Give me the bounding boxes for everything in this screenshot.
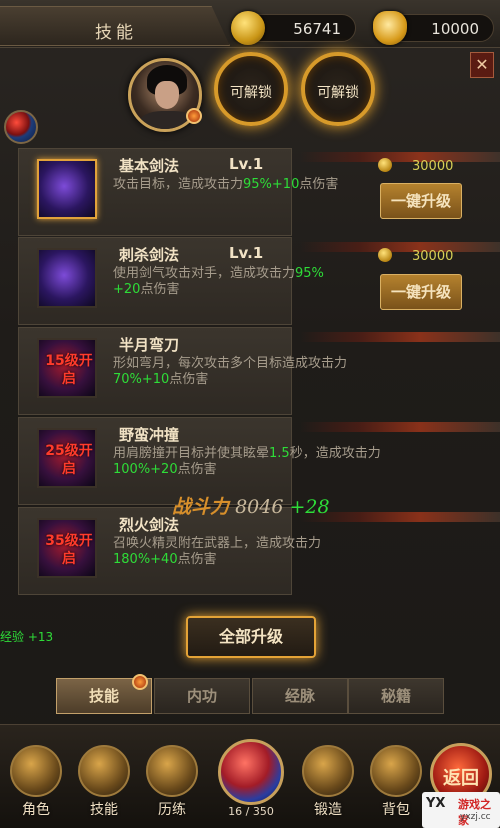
coin-value: 56741: [293, 20, 341, 38]
unlock-slot-1[interactable]: 可解锁: [214, 52, 288, 126]
nav-label: 角色: [22, 802, 50, 818]
skill-name: 半月弯刀: [119, 336, 180, 354]
combat-power-popup: 战斗力 8046 +28: [172, 492, 330, 519]
skill-description: 攻击目标，造成攻击力95%+10点伤害: [113, 177, 339, 192]
top-bar: 技能 56741 10000: [0, 0, 500, 48]
tab-secret-manual[interactable]: 秘籍: [348, 678, 444, 714]
skill-row[interactable]: 刺杀剑法 Lv.1 使用剑气攻击对手，造成攻击力95% +20点伤害: [18, 237, 324, 325]
character-icon: [10, 745, 62, 797]
nav-label: 技能: [90, 802, 118, 818]
upgrade-cost: 30000: [378, 248, 453, 264]
upgrade-cost: 30000: [378, 158, 453, 174]
skill-name: 烈火剑法: [119, 516, 180, 534]
gold-ingot-icon: [373, 11, 407, 45]
side-gem-icon[interactable]: [4, 110, 38, 144]
combat-power-value: 8046: [235, 496, 284, 518]
nav-character[interactable]: 角色: [6, 745, 66, 825]
skill-description: 形如弯月，每次攻击多个目标造成攻击力70%+10点伤害: [113, 356, 348, 387]
ingot-counter: 10000: [373, 11, 494, 45]
upgrade-button[interactable]: 一键升级: [380, 274, 462, 310]
sword-skill-icon[interactable]: [37, 159, 97, 219]
nav-label: 历练: [158, 802, 186, 818]
skills-screen: 技能 56741 10000 ✕ 可解锁 可解锁 基本剑法 Lv.1 攻击目标，…: [0, 0, 500, 828]
locked-skill-icon[interactable]: 15级开启: [37, 338, 97, 398]
watermark-site: yxzj.cc: [460, 812, 491, 822]
skill-row[interactable]: 15级开启 半月弯刀 形如弯月，每次攻击多个目标造成攻击力70%+10点伤害: [18, 327, 347, 415]
tab-meridians[interactable]: 经脉: [252, 678, 348, 714]
close-button[interactable]: ✕: [470, 52, 494, 78]
nav-label: 背包: [382, 802, 410, 818]
skill-name: 野蛮冲撞: [119, 426, 180, 444]
combat-power-delta: +28: [289, 496, 330, 518]
nav-center-orb[interactable]: [218, 739, 284, 805]
skill-row[interactable]: 基本剑法 Lv.1 攻击目标，造成攻击力95%+10点伤害: [18, 148, 338, 236]
scroll-icon: [78, 745, 130, 797]
skill-level: Lv.1: [229, 244, 264, 262]
coin-counter: 56741: [231, 11, 356, 45]
combat-power-label: 战斗力: [172, 496, 230, 518]
center-orb-value: 16 / 350: [228, 805, 274, 818]
anvil-icon: [302, 745, 354, 797]
nav-skills[interactable]: 技能: [74, 745, 134, 825]
nav-label: 锻造: [314, 802, 342, 818]
nav-bag[interactable]: 背包: [366, 745, 426, 825]
sword-skill-icon[interactable]: [37, 248, 97, 308]
notification-dot-icon: [186, 108, 202, 124]
back-label: 返回: [443, 768, 479, 789]
exp-gain-text: 经验 +13: [0, 630, 54, 644]
locked-skill-icon[interactable]: 35级开启: [37, 518, 97, 578]
unlock-level: 35级开启: [45, 533, 93, 567]
skill-name: 基本剑法: [119, 157, 180, 175]
bag-icon: [370, 745, 422, 797]
nav-training[interactable]: 历练: [142, 745, 202, 825]
decor-streak: [300, 422, 500, 432]
crossed-swords-icon: [146, 745, 198, 797]
skill-row[interactable]: 35级开启 烈火剑法 召唤火精灵附在武器上，造成攻击力 180%+40点伤害: [18, 507, 321, 595]
skill-description: 召唤火精灵附在武器上，造成攻击力 180%+40点伤害: [113, 536, 322, 567]
ingot-value: 10000: [431, 20, 479, 38]
unlock-level: 25级开启: [45, 443, 93, 477]
unlock-slot-label: 可解锁: [230, 85, 272, 101]
page-title: 技能: [95, 23, 137, 43]
nav-forge[interactable]: 锻造: [298, 745, 358, 825]
portrait-face: [155, 81, 179, 109]
upgrade-button[interactable]: 一键升级: [380, 183, 462, 219]
tab-inner-power[interactable]: 内功: [154, 678, 250, 714]
watermark-logo-text: YX: [426, 796, 446, 811]
skill-level: Lv.1: [229, 155, 264, 173]
decor-streak: [300, 512, 500, 522]
skill-name: 刺杀剑法: [119, 246, 180, 264]
watermark-logo: YX 游戏之家 yxzj.cc: [422, 792, 500, 828]
notification-dot-icon: [132, 674, 148, 690]
coin-icon: [378, 248, 392, 262]
unlock-slot-label: 可解锁: [317, 85, 359, 101]
unlock-slot-2[interactable]: 可解锁: [301, 52, 375, 126]
skill-description: 用肩膀撞开目标并使其眩晕1.5秒，造成攻击力100%+20点伤害: [113, 446, 381, 477]
decor-streak: [300, 332, 500, 342]
sub-tab-bar: 技能 内功 经脉 秘籍: [52, 678, 448, 718]
upgrade-all-button[interactable]: 全部升级: [186, 616, 316, 658]
locked-skill-icon[interactable]: 25级开启: [37, 428, 97, 488]
coin-icon: [378, 158, 392, 172]
skill-description: 使用剑气攻击对手，造成攻击力95% +20点伤害: [113, 266, 324, 297]
unlock-level: 15级开启: [45, 353, 93, 387]
gold-coin-icon: [231, 11, 265, 45]
close-icon: ✕: [475, 55, 489, 74]
